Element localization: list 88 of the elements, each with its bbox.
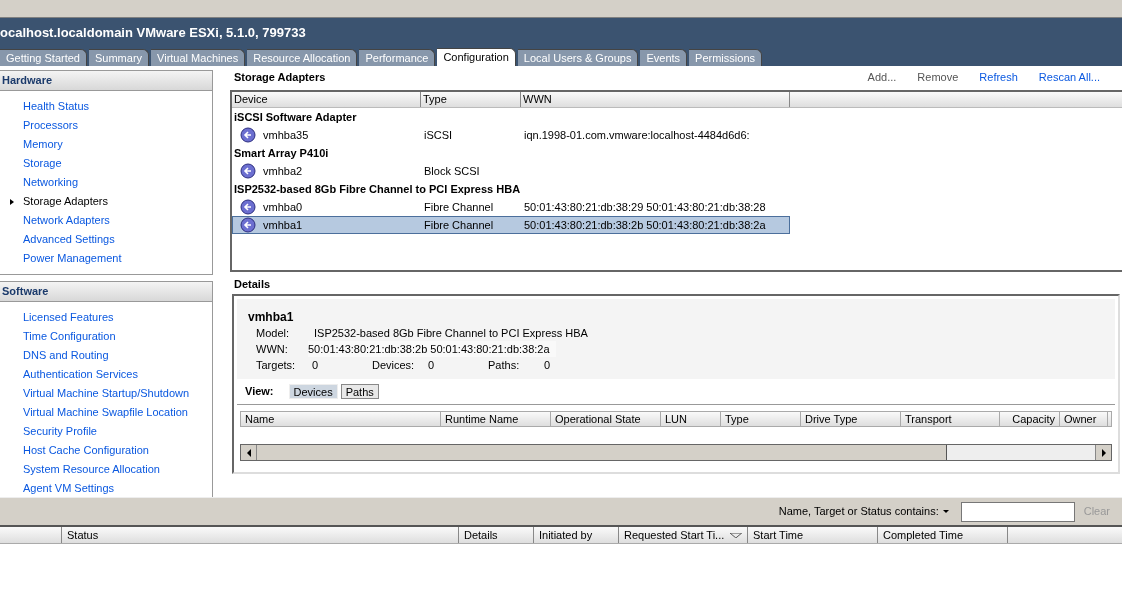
sidebar-link[interactable]: DNS and Routing bbox=[23, 347, 109, 364]
scrollbar-thumb[interactable] bbox=[257, 445, 947, 460]
column-header[interactable]: Operational State bbox=[551, 412, 661, 426]
section-header: Hardware bbox=[0, 71, 212, 91]
column-header[interactable]: Owner bbox=[1060, 412, 1108, 426]
adapter-name: vmhba1 bbox=[248, 309, 295, 325]
table-cell-text: 50:01:43:80:21:db:38:2b 50:01:43:80:21:db:38:2a bbox=[524, 217, 766, 233]
column-header[interactable]: Initiated by bbox=[534, 527, 619, 543]
view-toggle[interactable]: Paths bbox=[340, 384, 379, 399]
sidebar-link[interactable]: Host Cache Configuration bbox=[23, 442, 149, 459]
action-link[interactable]: Refresh bbox=[979, 68, 1018, 86]
field-label: Model: bbox=[256, 325, 291, 341]
sidebar-link[interactable]: Advanced Settings bbox=[23, 231, 115, 248]
table-cell-text: 50:01:43:80:21:db:38:29 50:01:43:80:21:db:38:28 bbox=[524, 199, 766, 215]
table-cell-text: vmhba2 bbox=[263, 163, 304, 179]
group-label: Smart Array P410i bbox=[234, 145, 329, 161]
field-value: ISP2532-based 8Gb Fibre Channel to PCI Express HBA bbox=[314, 325, 588, 341]
caret-icon[interactable] bbox=[942, 510, 949, 513]
scroll-right-button[interactable] bbox=[1095, 445, 1111, 460]
sidebar-link[interactable]: Networking bbox=[23, 174, 79, 191]
sort-icon bbox=[730, 532, 742, 538]
column-header[interactable]: Capacity bbox=[1000, 412, 1060, 426]
column-header[interactable]: Completed Time bbox=[878, 527, 1008, 543]
view-label: View: bbox=[245, 384, 274, 400]
column-header[interactable]: Type bbox=[421, 92, 521, 107]
sidebar-link[interactable]: Storage Adapters bbox=[23, 193, 108, 210]
sidebar-link[interactable]: Network Adapters bbox=[23, 212, 110, 229]
column-header[interactable]: Type bbox=[721, 412, 801, 426]
adapter-icon bbox=[240, 127, 256, 143]
field-label: Targets: bbox=[256, 357, 297, 373]
table-cell-text: iSCSI bbox=[424, 127, 454, 143]
adapter-icon bbox=[240, 199, 256, 215]
field-label: Devices: bbox=[372, 357, 416, 373]
sidebar-link[interactable]: Agent VM Settings bbox=[23, 480, 115, 497]
table-cell-text: Fibre Channel bbox=[424, 199, 495, 215]
column-header[interactable]: Name bbox=[241, 412, 441, 426]
field-value: 0 bbox=[544, 357, 551, 373]
column-header[interactable]: Device bbox=[232, 92, 421, 107]
column-header[interactable]: Drive Type bbox=[801, 412, 901, 426]
action-link[interactable]: Rescan All... bbox=[1038, 68, 1100, 86]
sidebar-link[interactable]: Virtual Machine Startup/Shutdown bbox=[23, 385, 190, 402]
column-header[interactable]: Details bbox=[459, 527, 534, 543]
field-label: Paths: bbox=[488, 357, 521, 373]
adapter-row[interactable]: vmhba35 iSCSI iqn.1998-01.com.vmware:localhost-4484d6d6: bbox=[232, 126, 790, 144]
column-header[interactable]: Runtime Name bbox=[441, 412, 551, 426]
sidebar-link[interactable]: Security Profile bbox=[23, 423, 97, 440]
column-header[interactable]: WWN bbox=[521, 92, 790, 107]
field-value: 0 bbox=[428, 357, 435, 373]
view-toggle[interactable]: Devices bbox=[288, 384, 338, 399]
table-cell-text: vmhba35 bbox=[263, 127, 310, 143]
sidebar-link[interactable]: Licensed Features bbox=[23, 309, 114, 326]
filter-label: Name, Target or Status contains: bbox=[778, 504, 939, 520]
field-value: 50:01:43:80:21:db:38:2b 50:01:43:80:21:db:38:2a bbox=[308, 340, 556, 358]
sidebar-link[interactable]: Storage bbox=[23, 155, 62, 172]
sidebar-link[interactable]: Virtual Machine Swapfile Location bbox=[23, 404, 188, 421]
sidebar-link[interactable]: Health Status bbox=[23, 98, 90, 115]
window-title: ocalhost.localdomain VMware ESXi, 5.1.0, 799733 bbox=[0, 24, 306, 43]
sidebar-link[interactable]: Time Configuration bbox=[23, 328, 116, 345]
group-label: iSCSI Software Adapter bbox=[234, 109, 357, 125]
filter-field[interactable] bbox=[960, 501, 1075, 522]
table-cell-text: vmhba1 bbox=[263, 217, 304, 233]
section-header: Software bbox=[0, 282, 212, 302]
sidebar-link[interactable]: Authentication Services bbox=[23, 366, 138, 383]
column-header[interactable]: Requested Start Ti... bbox=[619, 527, 748, 543]
table-cell-text: Block SCSI bbox=[424, 163, 481, 179]
column-header[interactable]: LUN bbox=[661, 412, 721, 426]
adapter-row[interactable]: vmhba0 Fibre Channel 50:01:43:80:21:db:38:29 50:01:43:80:21:db:38:28 bbox=[232, 198, 790, 216]
adapter-row[interactable]: vmhba2 Block SCSI bbox=[232, 162, 790, 180]
table-cell-text: Fibre Channel bbox=[424, 217, 495, 233]
column-header[interactable]: Start Time bbox=[748, 527, 878, 543]
section-title: Details bbox=[234, 276, 271, 292]
section-title: Storage Adapters bbox=[234, 69, 326, 85]
adapter-icon bbox=[240, 163, 256, 179]
tab[interactable]: Configuration bbox=[437, 48, 516, 66]
scroll-left-button[interactable] bbox=[241, 445, 257, 460]
field-label: WWN: bbox=[256, 341, 289, 357]
field-value: 0 bbox=[312, 357, 319, 373]
column-header[interactable]: Status bbox=[62, 527, 459, 543]
adapter-icon bbox=[240, 217, 256, 233]
sidebar-link[interactable]: System Resource Allocation bbox=[23, 461, 160, 478]
sidebar-link[interactable]: Memory bbox=[23, 136, 63, 153]
table-cell-text: iqn.1998-01.com.vmware:localhost-4484d6d6: bbox=[524, 127, 750, 143]
sidebar-link[interactable]: Power Management bbox=[23, 250, 122, 267]
sidebar-link[interactable]: Processors bbox=[23, 117, 79, 134]
table-cell-text: vmhba0 bbox=[263, 199, 304, 215]
group-label: ISP2532-based 8Gb Fibre Channel to PCI Express HBA bbox=[234, 181, 521, 197]
adapter-row[interactable]: vmhba1 Fibre Channel 50:01:43:80:21:db:38:2b 50:01:43:80:21:db:38:2a bbox=[232, 216, 790, 234]
column-header[interactable]: Transport bbox=[901, 412, 1000, 426]
